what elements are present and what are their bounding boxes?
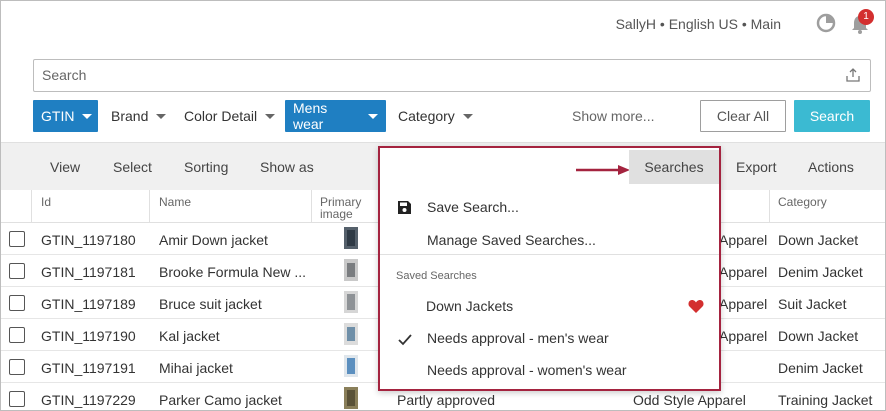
user-context-menu[interactable]: SallyH • English US • Main [616,16,781,32]
cell-brand: Apparel [719,232,768,248]
sorting-button[interactable]: Sorting [184,159,228,175]
cell-id: GTIN_1197189 [41,296,136,312]
heart-icon[interactable] [688,299,704,313]
product-thumbnail [344,387,358,409]
filter-gtin[interactable]: GTIN [33,100,98,132]
column-header-id[interactable]: Id [41,196,51,208]
arrow-right-icon [576,165,630,175]
cell-brand: Apparel [719,296,768,312]
cell-category: Down Jacket [778,232,859,248]
saved-search-item[interactable]: Down Jackets [380,298,719,314]
filter-label: Color Detail [184,108,258,124]
saved-searches-heading: Saved Searches [396,270,477,282]
saved-search-item[interactable]: Needs approval - men's wear [380,330,719,346]
column-header-primary-image[interactable]: Primary image [320,196,364,220]
cell-name: Brooke Formula New ... [159,264,307,280]
cell-id: GTIN_1197229 [41,392,136,408]
row-checkbox[interactable] [9,359,25,375]
cell-status: Partly approved [397,392,496,408]
product-thumbnail [344,355,358,377]
app-window: SallyH • English US • Main 1 GTIN Brand … [0,0,886,411]
cell-id: GTIN_1197180 [41,232,136,248]
column-header-name[interactable]: Name [159,196,191,208]
product-thumbnail [344,291,358,313]
show-as-button[interactable]: Show as [260,159,314,175]
cell-name: Mihai jacket [159,360,233,376]
chevron-down-icon [156,113,167,119]
product-thumbnail [344,259,358,281]
cell-category: Suit Jacket [778,296,847,312]
cell-brand: Apparel [719,328,768,344]
view-button[interactable]: View [50,159,80,175]
product-thumbnail [344,227,358,249]
cell-id: GTIN_1197190 [41,328,136,344]
column-divider [311,190,312,223]
chevron-down-icon [462,113,473,119]
cell-category: Denim Jacket [778,360,863,376]
cell-id: GTIN_1197191 [41,360,136,376]
chevron-down-icon [82,113,93,119]
filter-label: Category [398,108,455,124]
filter-label: Mens wear [293,100,328,132]
cell-category: Denim Jacket [778,264,863,280]
actions-button[interactable]: Actions [808,159,854,175]
filter-label: GTIN [41,108,75,124]
chevron-down-icon [368,113,378,119]
select-button[interactable]: Select [113,159,152,175]
searches-dropdown: Searches Save Search... Manage Saved Sea… [378,146,721,391]
cell-name: Amir Down jacket [159,232,268,248]
show-more-link[interactable]: Show more... [572,108,654,124]
cell-category: Down Jacket [778,328,859,344]
filter-brand[interactable]: Brand [103,100,174,132]
searches-button[interactable]: Searches [629,150,719,184]
row-checkbox[interactable] [9,231,25,247]
cell-name: Kal jacket [159,328,220,344]
cell-name: Parker Camo jacket [159,392,282,408]
divider [380,254,719,255]
upload-icon[interactable] [846,68,860,82]
refresh-icon[interactable] [816,13,836,33]
search-box [33,59,871,92]
notification-badge: 1 [858,9,874,25]
manage-saved-searches-item[interactable]: Manage Saved Searches... [380,232,719,248]
cell-brand: Apparel [719,264,768,280]
filter-label: Brand [111,108,149,124]
row-checkbox[interactable] [9,391,25,407]
column-divider [769,190,770,223]
cell-id: GTIN_1197181 [41,264,136,280]
column-divider [149,190,150,223]
column-header-category[interactable]: Category [778,196,827,208]
row-checkbox[interactable] [9,263,25,279]
product-thumbnail [344,323,358,345]
cell-name: Bruce suit jacket [159,296,262,312]
filter-color-detail[interactable]: Color Detail [176,100,283,132]
cell-category: Training Jacket [778,392,873,408]
saved-search-item[interactable]: Needs approval - women's wear [380,362,719,378]
clear-all-button[interactable]: Clear All [700,100,786,132]
save-search-item[interactable]: Save Search... [380,199,719,215]
filter-mens-wear[interactable]: Mens wear [285,100,386,132]
row-checkbox[interactable] [9,327,25,343]
search-input[interactable] [42,67,822,83]
column-divider [31,190,32,223]
export-button[interactable]: Export [736,159,776,175]
filter-category[interactable]: Category [390,100,481,132]
row-checkbox[interactable] [9,295,25,311]
chevron-down-icon [265,113,276,119]
search-button[interactable]: Search [794,100,870,132]
cell-brand: Odd Style Apparel [633,392,746,408]
